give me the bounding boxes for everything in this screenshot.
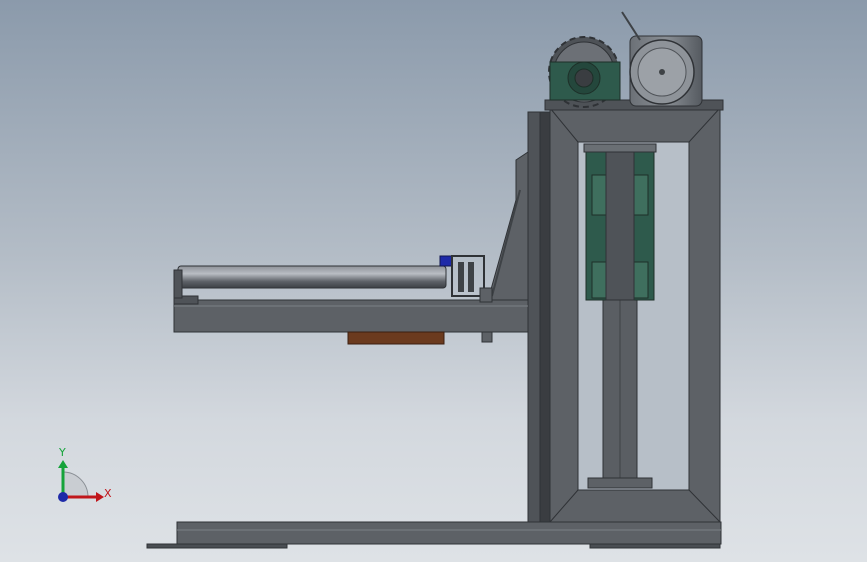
- pillow-block-bearing[interactable]: [549, 61, 621, 101]
- base-plate[interactable]: [146, 521, 722, 549]
- clamp-assembly[interactable]: [439, 255, 493, 303]
- wood-pad[interactable]: [347, 331, 445, 345]
- guide-carriage[interactable]: [583, 143, 657, 301]
- triad-y-label: Y: [58, 446, 66, 459]
- triad-y-arrow: [58, 460, 68, 468]
- triad-x-arrow: [96, 492, 104, 502]
- cad-viewport[interactable]: X Y: [0, 0, 867, 562]
- tower-back-plate[interactable]: [527, 111, 551, 523]
- coordinate-triad: X Y: [58, 446, 112, 502]
- triad-x-label: X: [104, 487, 112, 500]
- arm-bracket[interactable]: [481, 331, 493, 343]
- cantilever-arm[interactable]: [173, 295, 529, 333]
- triad-z-axis: [58, 492, 68, 502]
- roller-cylinder[interactable]: [173, 265, 447, 299]
- drive-motor[interactable]: [621, 11, 703, 107]
